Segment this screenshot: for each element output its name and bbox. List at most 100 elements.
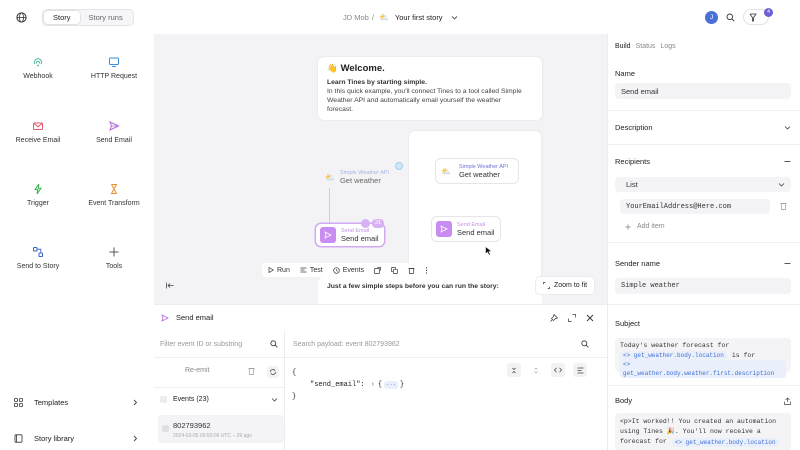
zoom-to-fit-button[interactable]: Zoom to fit [536,277,595,294]
events-panel-title: Send email [176,313,214,322]
more-options-icon[interactable] [425,266,428,274]
subject-is-for: is for [731,351,756,359]
breadcrumb-separator: / [371,13,374,22]
story-tabs: Story Story runs [42,9,134,26]
event-filter-input[interactable]: Filter event ID or substring [160,339,260,349]
expand-icon[interactable] [568,314,576,322]
tab-story-runs[interactable]: Story runs [80,11,132,24]
add-item-button[interactable]: Add item [625,223,665,230]
story-title[interactable]: Your first story [395,13,443,22]
avatar[interactable]: J [705,11,718,24]
search-icon[interactable] [581,340,589,348]
name-field[interactable]: Send email [615,83,791,99]
description-section[interactable]: Description [615,123,791,132]
search-icon[interactable] [270,340,278,348]
trash-icon[interactable] [248,367,255,375]
config-tabs: Build Status Logs [615,43,676,50]
copy-icon[interactable] [391,266,398,274]
tab-build[interactable]: Build [615,43,631,50]
recipients-label: Recipients [615,157,651,166]
events-button[interactable]: Events [333,267,364,274]
share-icon[interactable] [784,397,791,405]
tab-status[interactable]: Status [636,43,656,50]
refresh-icon[interactable] [267,366,279,378]
events-count-badge: 21 [372,219,385,228]
event-row[interactable]: 802793962 2024-03-05 09:50:06 UTC – 29 a… [158,415,284,443]
body-field[interactable]: <p>It worked!! You created an automation… [615,413,791,450]
story-library-link[interactable]: Story library [14,432,138,444]
select-all-checkbox[interactable] [160,396,167,403]
subject-field[interactable]: Today's weather forecast for <> get_weat… [615,338,791,378]
formula-chip[interactable]: <> get_weather.body.weather.first.descri… [620,360,786,378]
search-icon[interactable] [726,13,735,22]
sender-name-field[interactable]: Simple weather [615,278,791,294]
tutorial-send-email[interactable]: Send Email Send email [432,217,500,241]
sender-label: Sender name [615,259,661,268]
trash-icon[interactable] [408,267,415,274]
pin-icon[interactable] [550,314,558,322]
play-icon [268,267,274,273]
breadcrumb-team[interactable]: JD Mob [343,13,369,22]
run-button[interactable]: Run [268,267,290,274]
tab-story[interactable]: Story [44,11,80,24]
list-type-select[interactable]: List [615,177,791,192]
json-collapsed-chip[interactable]: ··· [384,381,398,389]
collapse-icon[interactable] [507,363,521,377]
expand-all-icon[interactable] [529,363,543,377]
payload-search-input[interactable]: Search payload: event 802793962 [293,339,563,349]
tool-receive-email[interactable]: Receive Email [0,120,76,144]
json-expand-arrow[interactable]: › [371,379,375,391]
tool-tools[interactable]: Tools [76,246,152,270]
tool-label: Send to Story [16,263,60,270]
tutorial-get-weather[interactable]: ⛅ Simple Weather API Get weather [436,159,518,183]
send-action-icon [436,221,452,237]
code-view-icon[interactable] [551,363,565,377]
collapse-sidebar-icon[interactable] [166,282,174,289]
tool-send-to-story[interactable]: Send to Story [0,246,76,270]
book-icon [14,433,23,443]
tab-logs[interactable]: Logs [660,43,675,50]
app-logo-icon[interactable] [16,12,27,23]
tool-http-request[interactable]: HTTP Request [76,56,152,80]
tool-send-email[interactable]: Send Email [76,120,152,144]
test-button[interactable]: Test [300,267,323,274]
tool-trigger[interactable]: Trigger [0,183,76,207]
sender-section[interactable]: Sender name [615,259,791,268]
chevron-down-icon [271,396,278,403]
subject-line: <> get_weather.body.location is for [620,350,786,361]
event-checkbox[interactable] [162,425,169,432]
collapse-minus-icon[interactable] [784,158,791,165]
formula-chip[interactable]: <> get_weather.body.location [671,437,779,447]
close-icon[interactable] [586,314,594,322]
tool-label: Trigger [27,200,49,207]
tool-event-transform[interactable]: Event Transform [76,183,152,207]
action-type: Simple Weather API [458,163,509,170]
formula-chip[interactable]: <> get_weather.body.location [620,350,727,360]
action-get-weather[interactable]: ⛅ Simple Weather API Get weather [320,167,397,188]
reemit-button[interactable]: Re-emit [185,367,210,374]
welcome-heading: 👋 Welcome. [327,63,533,74]
events-count-row[interactable]: Events (23) [160,396,278,403]
json-viewer[interactable]: { "send_email": › { ··· } } [292,367,404,403]
templates-link[interactable]: Templates [14,396,138,408]
list-type-value: List [626,180,638,189]
filter-list-icon[interactable] [573,363,587,377]
monitor-icon [108,56,120,68]
chevron-down-icon [784,124,791,131]
tool-webhook[interactable]: Webhook [0,56,76,80]
subject-line: <> get_weather.body.weather.first.descri… [620,360,786,379]
wave-emoji: 👋 [327,63,338,73]
open-icon[interactable] [374,266,381,274]
connection-line [329,188,330,224]
send-icon [108,120,120,132]
recipient-email-field[interactable]: YourEmailAddress@Here.com [620,199,770,214]
tool-label: Event Transform [88,200,140,207]
filter-placeholder: Filter event ID or substring [160,341,243,348]
json-entry[interactable]: "send_email": › { ··· } [292,379,404,391]
story-canvas[interactable]: 👋 Welcome. Learn Tines by starting simpl… [154,34,607,304]
cloud-sun-icon: ⛅ [441,166,451,176]
chevron-down-icon[interactable] [451,14,458,21]
trash-icon[interactable] [780,202,787,210]
collapse-minus-icon[interactable] [784,260,791,267]
recipients-section[interactable]: Recipients [615,157,791,166]
